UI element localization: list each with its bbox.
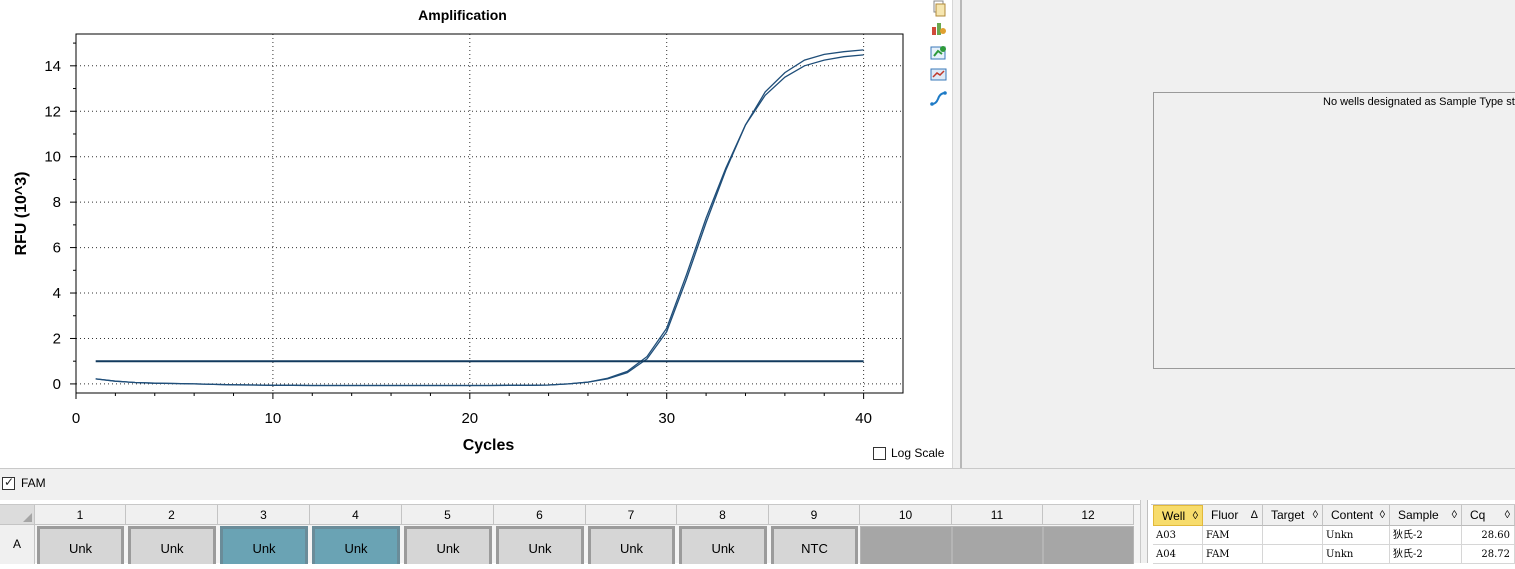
table-cell[interactable]: 28.72	[1462, 545, 1515, 564]
plate-column-header[interactable]: 11	[952, 505, 1043, 525]
table-header-target[interactable]: Target ◊	[1263, 505, 1323, 526]
sort-indicator-icon[interactable]: Δ	[1251, 505, 1258, 526]
plate-row-header[interactable]: A	[0, 525, 35, 564]
plate-well[interactable]: Unk	[679, 526, 767, 564]
x-tick-label: 20	[461, 410, 478, 427]
plate-well[interactable]: Unk	[312, 526, 400, 564]
table-header-label: Well	[1162, 509, 1186, 523]
plate-well[interactable]: Unk	[37, 526, 124, 564]
plate-column-header[interactable]: 2	[126, 505, 218, 525]
plate-well[interactable]: Unk	[220, 526, 308, 564]
plate-select-all-corner[interactable]	[0, 505, 35, 525]
x-axis-title: Cycles	[463, 437, 515, 454]
plate-column-header[interactable]: 5	[402, 505, 494, 525]
table-header-label: Cq	[1470, 508, 1486, 522]
plate-well[interactable]: Unk	[496, 526, 584, 564]
plate-well[interactable]	[952, 526, 1043, 564]
plate-column-header[interactable]: 3	[218, 505, 310, 525]
plate-well[interactable]: NTC	[771, 526, 858, 564]
plate-well[interactable]: Unk	[128, 526, 216, 564]
y-tick-label: 8	[53, 194, 61, 211]
y-tick-label: 2	[53, 330, 61, 347]
plate-grid: 1 2 3 4 5 6 7 8 9 10 11 12 A Unk Unk Unk Unk Unk Unk Unk U…	[0, 504, 1140, 564]
plate-column-header[interactable]: 7	[586, 505, 677, 525]
curve-icon[interactable]	[930, 90, 947, 107]
table-cell[interactable]: Unkn	[1323, 545, 1390, 564]
table-cell[interactable]: FAM	[1203, 545, 1263, 564]
standard-curve-panel: No wells designated as Sample Type stand…	[962, 0, 1515, 468]
vertical-splitter[interactable]	[952, 0, 962, 468]
table-cell[interactable]: A03	[1153, 526, 1203, 545]
y-tick-label: 4	[53, 285, 61, 302]
fluorophore-fam-option[interactable]: FAM	[2, 475, 46, 490]
plate-well[interactable]	[860, 526, 952, 564]
y-tick-label: 6	[53, 240, 61, 257]
chart-settings-icon[interactable]	[930, 66, 947, 83]
table-header-sample[interactable]: Sample ◊	[1390, 505, 1462, 526]
log-scale-label: Log Scale	[891, 446, 945, 460]
table-cell[interactable]: A04	[1153, 545, 1203, 564]
sort-indicator-icon[interactable]: ◊	[1505, 505, 1510, 526]
table-cell[interactable]	[1263, 526, 1323, 545]
table-header-content[interactable]: Content ◊	[1323, 505, 1390, 526]
fam-label: FAM	[21, 476, 46, 490]
table-cell[interactable]: 狄氏-2	[1390, 545, 1462, 564]
sort-indicator-icon[interactable]: ◊	[1193, 506, 1198, 527]
wells-results-table: Well ◊ Fluor Δ Target ◊ Content ◊ Sample ◊ Cq ◊ A03…	[1151, 504, 1515, 564]
sort-indicator-icon[interactable]: ◊	[1380, 505, 1385, 526]
table-cell[interactable]: 28.60	[1462, 526, 1515, 545]
amplification-chart-panel: 0 10 20 30 40 0 2 4 6 8 10 12 14 Amplification Cycles R…	[0, 0, 952, 468]
table-header-label: Fluor	[1211, 508, 1239, 522]
table-header-fluor[interactable]: Fluor Δ	[1203, 505, 1263, 526]
plate-column-header[interactable]: 8	[677, 505, 769, 525]
export-icon[interactable]	[930, 20, 947, 37]
fluorophore-bar: FAM	[0, 468, 1515, 500]
x-tick-label: 0	[72, 410, 80, 427]
table-header-label: Target	[1271, 508, 1305, 522]
table-cell[interactable]: Unkn	[1323, 526, 1390, 545]
plate-column-header[interactable]: 12	[1043, 505, 1134, 525]
x-tick-label: 40	[855, 410, 872, 427]
plate-column-header[interactable]: 1	[35, 505, 126, 525]
y-tick-label: 10	[44, 149, 61, 166]
table-cell[interactable]	[1263, 545, 1323, 564]
plate-column-header[interactable]: 6	[494, 505, 586, 525]
plate-well[interactable]: Unk	[588, 526, 675, 564]
y-tick-label: 12	[44, 103, 61, 120]
table-header-well[interactable]: Well ◊	[1153, 505, 1203, 526]
copy-icon[interactable]	[930, 0, 947, 17]
amplification-chart: 0 10 20 30 40 0 2 4 6 8 10 12 14 Amplification Cycles R…	[13, 7, 904, 454]
chart-title: Amplification	[418, 7, 507, 23]
standard-curve-message: No wells designated as Sample Type stand…	[1323, 96, 1515, 108]
plate-column-header[interactable]: 4	[310, 505, 402, 525]
sort-indicator-icon[interactable]: ◊	[1452, 505, 1457, 526]
y-axis-title: RFU (10^3)	[13, 171, 30, 255]
plate-well[interactable]	[1043, 526, 1134, 564]
y-tick-label: 14	[44, 58, 61, 75]
y-tick-label: 0	[53, 376, 61, 393]
table-header-label: Sample	[1398, 508, 1439, 522]
plate-splitter[interactable]	[1140, 500, 1148, 563]
table-header-label: Content	[1331, 508, 1374, 522]
sort-indicator-icon[interactable]: ◊	[1313, 505, 1318, 526]
x-tick-label: 10	[265, 410, 282, 427]
x-tick-label: 30	[658, 410, 675, 427]
plate-well[interactable]: Unk	[404, 526, 492, 564]
fam-checkbox[interactable]	[2, 475, 15, 490]
table-cell[interactable]: FAM	[1203, 526, 1263, 545]
table-header-cq[interactable]: Cq ◊	[1462, 505, 1515, 526]
plot-area	[76, 34, 903, 393]
plate-column-header[interactable]: 10	[860, 505, 952, 525]
table-cell[interactable]: 狄氏-2	[1390, 526, 1462, 545]
chart-toolbar	[928, 0, 948, 112]
standard-curve-box: No wells designated as Sample Type stand…	[1153, 92, 1515, 369]
log-scale-option[interactable]: Log Scale	[873, 446, 944, 460]
log-scale-checkbox[interactable]	[873, 446, 886, 460]
add-chart-icon[interactable]	[930, 44, 947, 61]
plate-column-header[interactable]: 9	[769, 505, 860, 525]
